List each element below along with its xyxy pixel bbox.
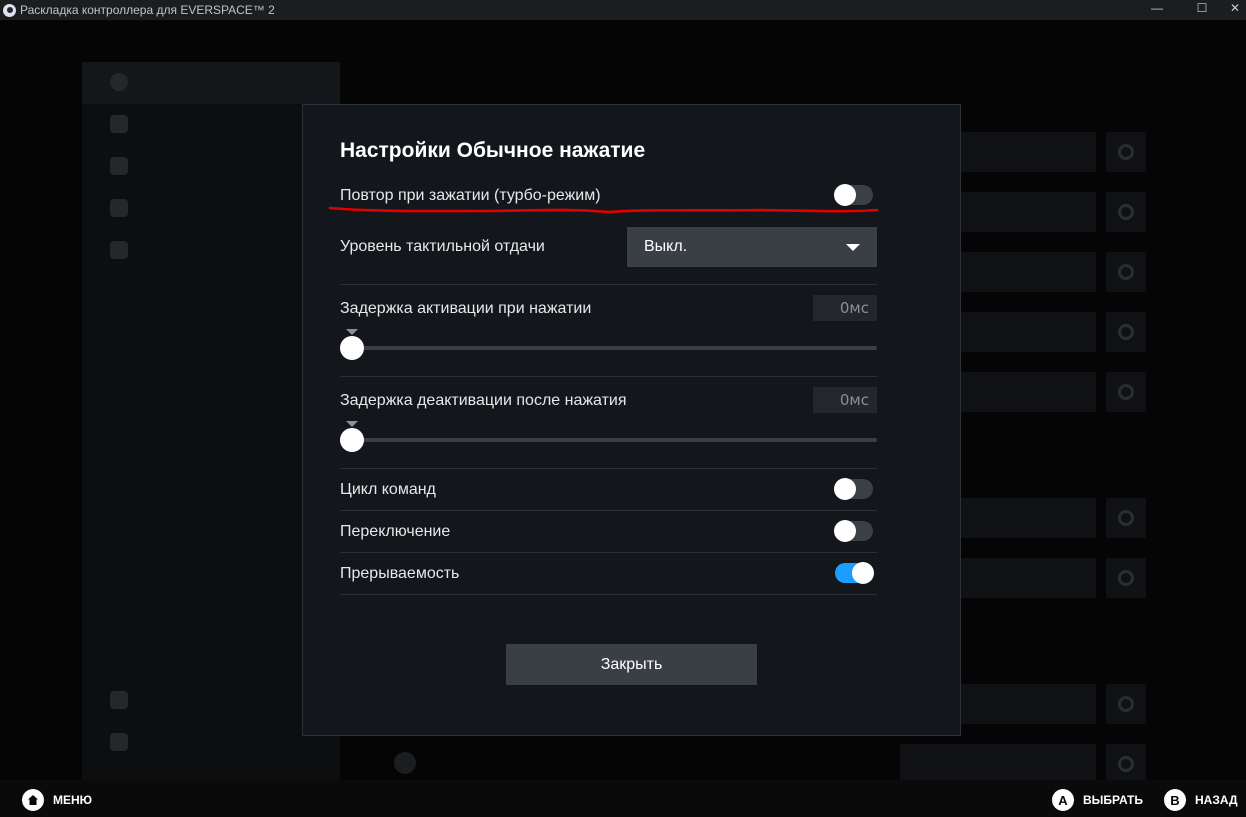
background-gear-icon	[1106, 132, 1146, 172]
activation-delay-slider[interactable]	[340, 346, 877, 350]
cycle-toggle[interactable]	[834, 478, 873, 500]
dialog-title: Настройки Обычное нажатие	[340, 139, 646, 162]
interruptible-label: Прерываемость	[340, 565, 460, 582]
toggle-mode-label: Переключение	[340, 523, 451, 540]
maximize-button[interactable]: ☐	[1179, 0, 1225, 20]
background-sidebar-item	[110, 732, 144, 752]
menu-label: МЕНЮ	[53, 793, 93, 807]
toggle-knob	[834, 478, 856, 500]
slider-default-marker	[346, 329, 358, 335]
activation-delay-value[interactable]: 0мс	[813, 295, 877, 321]
divider	[340, 594, 877, 595]
settings-dialog: Настройки Обычное нажатие Повтор при заж…	[302, 104, 961, 736]
background-sidebar-item	[110, 114, 144, 134]
chevron-down-icon	[846, 244, 860, 251]
turbo-label: Повтор при зажатии (турбо-режим)	[340, 187, 601, 204]
divider	[340, 376, 877, 377]
activation-delay-label: Задержка активации при нажатии	[340, 300, 592, 317]
slider-default-marker	[346, 421, 358, 427]
turbo-toggle[interactable]	[834, 184, 873, 206]
background-gear-icon	[1106, 252, 1146, 292]
deactivation-delay-label: Задержка деактивации после нажатия	[340, 392, 627, 409]
background-gear-icon	[1106, 558, 1146, 598]
deactivation-delay-slider[interactable]	[340, 438, 877, 442]
select-button[interactable]: A ВЫБРАТЬ	[1052, 789, 1143, 811]
toggle-knob	[834, 184, 856, 206]
background-gear-icon	[1106, 684, 1146, 724]
haptics-dropdown[interactable]: Выкл.	[627, 227, 877, 267]
deactivation-delay-thumb[interactable]	[340, 428, 364, 452]
background-gear-icon	[1106, 498, 1146, 538]
background-gear-icon	[1106, 312, 1146, 352]
footer-bar: МЕНЮ A ВЫБРАТЬ B НАЗАД	[0, 780, 1246, 817]
steam-icon	[3, 3, 16, 17]
background-add-icon	[394, 752, 416, 774]
cycle-label: Цикл команд	[340, 481, 436, 498]
deactivation-delay-value[interactable]: 0мс	[813, 387, 877, 413]
home-icon	[22, 789, 44, 811]
select-label: ВЫБРАТЬ	[1083, 793, 1144, 807]
background-sidebar-item	[110, 240, 144, 260]
activation-delay-thumb[interactable]	[340, 336, 364, 360]
b-button-icon: B	[1164, 789, 1186, 811]
minimize-button[interactable]: —	[1134, 0, 1180, 20]
divider	[340, 284, 877, 285]
close-button[interactable]: Закрыть	[506, 644, 757, 685]
background-sidebar-item	[110, 690, 144, 710]
background-sidebar-item	[110, 156, 144, 176]
divider	[340, 468, 877, 469]
divider	[340, 510, 877, 511]
background-gear-icon	[1106, 372, 1146, 412]
background-sidebar-item	[110, 198, 144, 218]
window-title: Раскладка контроллера для EVERSPACE™ 2	[20, 3, 275, 17]
a-button-icon: A	[1052, 789, 1074, 811]
window-titlebar: Раскладка контроллера для EVERSPACE™ 2 —…	[0, 0, 1246, 20]
toggle-knob	[834, 520, 856, 542]
back-label: НАЗАД	[1195, 793, 1238, 807]
haptics-label: Уровень тактильной отдачи	[340, 238, 545, 255]
haptics-value: Выкл.	[644, 238, 688, 255]
toggle-mode-toggle[interactable]	[834, 520, 873, 542]
interruptible-toggle[interactable]	[835, 562, 874, 584]
menu-button[interactable]: МЕНЮ	[22, 789, 92, 811]
back-button[interactable]: B НАЗАД	[1164, 789, 1238, 811]
background-sidebar-item	[110, 72, 144, 92]
background-gear-icon	[1106, 192, 1146, 232]
toggle-knob	[852, 562, 874, 584]
divider	[340, 552, 877, 553]
background-gear-icon	[1106, 744, 1146, 784]
background-row	[900, 744, 1096, 784]
close-window-button[interactable]: ✕	[1224, 0, 1246, 20]
